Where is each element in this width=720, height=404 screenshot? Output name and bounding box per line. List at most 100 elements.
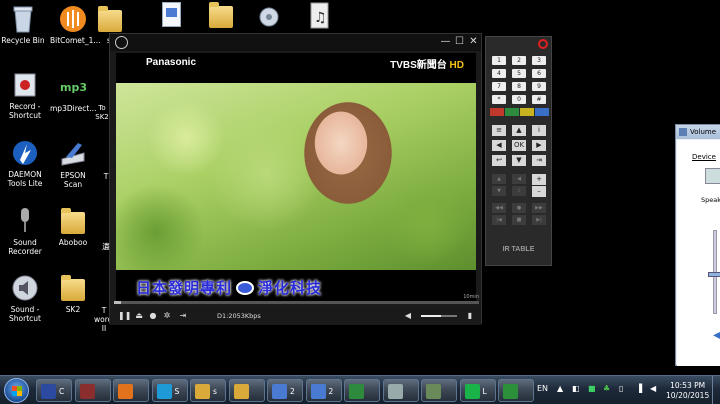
mute-button[interactable]: ◀ (512, 174, 526, 184)
taskbar-button[interactable] (344, 379, 380, 402)
pause-icon[interactable]: ❚❚ (118, 310, 131, 322)
info-button[interactable]: i (532, 125, 546, 136)
exit-button[interactable]: ⇥ (532, 155, 546, 166)
volume-dialog-titlebar[interactable]: Volume (676, 125, 720, 139)
mute-speaker-icon[interactable]: ◀ (713, 330, 720, 341)
taskbar-button[interactable] (74, 379, 111, 402)
volume-dialog-body: Device Speak ◀ (677, 140, 720, 366)
numpad-key[interactable]: # (532, 95, 546, 104)
left-arrow-button[interactable]: ◀ (492, 140, 506, 151)
channel-up-button[interactable]: ▲ (492, 174, 506, 184)
tray-line-icon[interactable]: ■ (588, 384, 596, 393)
desktop-icon-epson-scan[interactable]: EPSON Scan (50, 139, 96, 189)
desktop-icon-top-music[interactable]: ♫ (304, 0, 334, 32)
back-button[interactable]: ↩ (492, 155, 506, 166)
taskbar-button[interactable]: L (459, 379, 496, 402)
sound-button[interactable]: ♪ (512, 186, 526, 196)
clock[interactable]: 10:53 PM 10/20/2015 (666, 381, 709, 401)
numpad-key[interactable]: 2 (512, 56, 526, 65)
settings-gear-icon[interactable]: ✲ (161, 310, 173, 322)
taskbar-button[interactable]: C (36, 379, 72, 402)
tray-device-icon[interactable]: ▯ (619, 384, 623, 393)
desktop-icon-top-settings[interactable] (254, 0, 284, 32)
color-button[interactable] (490, 108, 504, 116)
desktop-icon-daemon-tools[interactable]: DAEMON Tools Lite (2, 138, 48, 188)
right-arrow-button[interactable]: ▶ (532, 140, 546, 151)
numpad-key[interactable]: 9 (532, 82, 546, 91)
rewind-button[interactable]: ◀◀ (492, 203, 506, 213)
desktop-icon-bitcomet[interactable]: BitComet_1... (50, 4, 101, 45)
seek-bar[interactable]: 10min (114, 294, 479, 304)
tray-arrow-icon[interactable]: ▲ (557, 384, 563, 393)
numpad-key[interactable]: 6 (532, 69, 546, 78)
player-titlebar[interactable]: — ☐ ✕ (110, 34, 481, 51)
numpad-key[interactable]: * (492, 95, 506, 104)
taskbar-button[interactable]: s (190, 379, 226, 402)
color-button[interactable] (520, 108, 534, 116)
numpad-key[interactable]: 5 (512, 69, 526, 78)
open-icon[interactable]: ⇥ (177, 310, 189, 322)
taskbar-button[interactable] (382, 379, 419, 402)
close-button[interactable]: ✕ (467, 35, 480, 49)
playlist-icon[interactable]: ▮ (464, 310, 476, 322)
numpad-key[interactable]: 7 (492, 82, 506, 91)
color-button[interactable] (505, 108, 519, 116)
desktop-icon-sound-shortcut[interactable]: Sound - Shortcut (2, 273, 48, 323)
taskbar-button-label: S (174, 387, 180, 396)
video-frame[interactable]: Panasonic TVBS新聞台 HD 日本發明專利 淨化科技 (116, 53, 476, 303)
minimize-button[interactable]: — (439, 35, 452, 49)
forward-button[interactable]: ▶▶ (532, 203, 546, 213)
ok-button[interactable]: OK (512, 140, 526, 151)
next-button[interactable]: ▶| (532, 215, 546, 225)
channel-down-button[interactable]: ▼ (492, 186, 506, 196)
taskbar-button[interactable] (498, 379, 534, 402)
tray-volume-icon[interactable]: ◀ (650, 384, 656, 393)
volume-up-button[interactable]: + (532, 174, 546, 185)
desktop-icon-sound-recorder[interactable]: Sound Recorder (2, 206, 48, 256)
numpad-key[interactable]: 8 (512, 82, 526, 91)
taskbar-button[interactable] (421, 379, 457, 402)
down-arrow-button[interactable]: ▼ (512, 155, 526, 166)
color-button[interactable] (535, 108, 549, 116)
desktop-icon-top-doc[interactable] (156, 0, 186, 32)
menu-button[interactable]: ≡ (492, 125, 506, 136)
stop-button[interactable]: ■ (512, 215, 526, 225)
desktop-icon-aboboo[interactable]: Aboboo (50, 206, 96, 247)
maximize-button[interactable]: ☐ (453, 35, 466, 49)
record-button[interactable]: ● (512, 203, 526, 213)
volume-icon[interactable]: ◀ (402, 310, 414, 322)
eject-icon[interactable]: ⏏ (133, 310, 145, 322)
taskbar-button[interactable] (228, 379, 265, 402)
tray-evernote-icon[interactable]: ♣ (603, 384, 610, 393)
tray-app-icon[interactable]: ◧ (572, 384, 580, 393)
tray-network-icon[interactable]: ▐ (636, 384, 642, 393)
speakers-device-icon[interactable] (705, 168, 720, 184)
numpad-key[interactable]: 0 (512, 95, 526, 104)
language-indicator[interactable]: EN (537, 384, 548, 393)
desktop-icon-top-folder[interactable] (206, 0, 236, 32)
numpad-key[interactable]: 4 (492, 69, 506, 78)
desktop-icon-recycle-bin[interactable]: Recycle Bin (0, 4, 46, 45)
taskbar-button[interactable]: 2 (305, 379, 342, 402)
numpad-key[interactable]: 3 (532, 56, 546, 65)
numpad-key[interactable]: 1 (492, 56, 506, 65)
record-dot-icon[interactable]: ● (147, 310, 159, 322)
volume-dialog[interactable]: Volume Device Speak ◀ (675, 124, 720, 366)
device-volume-thumb[interactable] (708, 272, 720, 277)
volume-down-button[interactable]: – (532, 186, 546, 197)
desktop-icon-sk2[interactable]: SK2 (50, 273, 96, 314)
show-desktop-button[interactable] (712, 376, 720, 404)
taskbar-button[interactable] (113, 379, 149, 402)
power-button[interactable] (538, 39, 548, 49)
speaker-icon (679, 128, 687, 136)
taskbar-button[interactable]: 2 (267, 379, 303, 402)
desktop: Recycle Bin Record - Shortcut DAEMON Too… (0, 0, 720, 404)
desktop-icon-mp3direct[interactable]: mp3 mp3Direct... (50, 72, 96, 113)
start-button[interactable] (4, 378, 29, 403)
desktop-icon-record-shortcut[interactable]: Record - Shortcut (2, 70, 48, 120)
up-arrow-button[interactable]: ▲ (512, 125, 526, 136)
taskbar-button[interactable]: S (151, 379, 188, 402)
volume-slider[interactable] (421, 315, 457, 317)
prev-button[interactable]: |◀ (492, 215, 506, 225)
media-player-window[interactable]: — ☐ ✕ Panasonic TVBS新聞台 HD 日本發明專利 淨化科技 10… (109, 33, 482, 325)
